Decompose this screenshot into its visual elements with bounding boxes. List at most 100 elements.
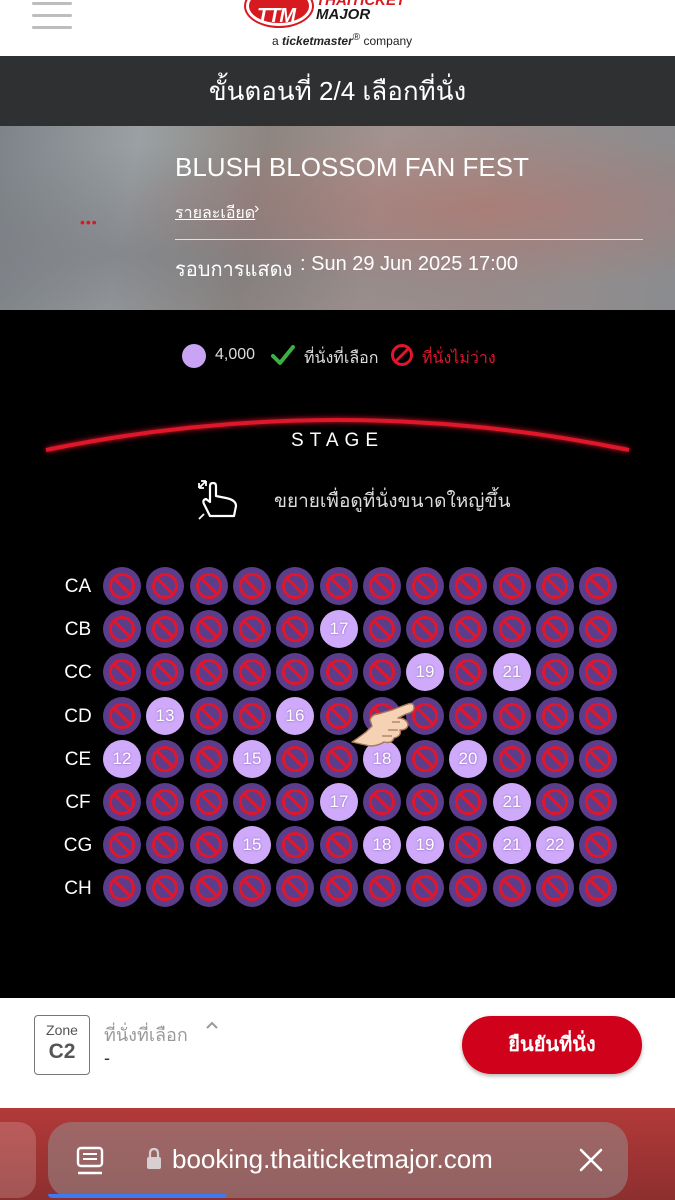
seat-unavailable [103,653,141,691]
show-round-value: : Sun 29 Jun 2025 17:00 [300,253,518,275]
seat-unavailable [276,783,314,821]
seat-cg-18[interactable]: 18 [363,826,401,864]
seat-unavailable [406,610,444,648]
zone-label: Zone [46,1022,78,1038]
logo-name: THAITICKET MAJOR [316,0,406,23]
logo-badge: TTM [246,0,312,27]
row-label-ce: CE [64,749,92,770]
seat-cc-21[interactable]: 21 [493,653,531,691]
pinch-zoom-icon [198,480,238,520]
event-detail-link[interactable]: รายละเอียด [175,201,255,226]
seat-unavailable [579,740,617,778]
seat-unavailable [190,610,228,648]
seat-map: CA CB 17 CC 19 21 CD 13 16 CE 12 15 18 20 CF 17 21 CG 15 18… [0,567,675,912]
selected-seats-label[interactable]: ที่นั่งที่เลือก [104,1020,188,1049]
seat-ce-15[interactable]: 15 [233,740,271,778]
chevron-right-icon[interactable]: › [254,200,259,218]
seat-unavailable [449,697,487,735]
loading-dots: ••• [80,214,98,230]
seat-unavailable [320,653,358,691]
seat-unavailable [190,783,228,821]
seat-unavailable [363,610,401,648]
seat-cf-21[interactable]: 21 [493,783,531,821]
close-icon[interactable] [578,1147,604,1173]
seat-unavailable [363,653,401,691]
page-load-progress [48,1194,226,1198]
row-label-cg: CG [63,835,93,856]
seat-unavailable [103,826,141,864]
seat-unavailable [146,869,184,907]
seat-unavailable [320,567,358,605]
confirm-seat-button[interactable]: ยืนยันที่นั่ง [462,1016,642,1074]
seat-unavailable [406,567,444,605]
row-label-cb: CB [64,619,92,640]
site-logo[interactable]: TTM THAITICKET MAJOR a ticketmaster® comp… [246,0,426,50]
seat-unavailable [449,653,487,691]
seat-unavailable [233,653,271,691]
price-label: 4,000 [215,346,256,363]
url-text[interactable]: booking.thaiticketmajor.com [172,1144,493,1175]
seat-unavailable [579,869,617,907]
tab-overview-icon[interactable] [76,1146,104,1176]
selection-bar: Zone C2 ที่นั่งที่เลือก - ยืนยันที่นั่ง [0,998,675,1108]
zoom-hint: ขยายเพื่อดูที่นั่งขนาดใหญ่ขึ้น [0,478,675,522]
seat-unavailable [493,869,531,907]
unavailable-icon [391,344,413,366]
seat-cg-22[interactable]: 22 [536,826,574,864]
seat-unavailable [146,610,184,648]
seat-unavailable [493,610,531,648]
seat-ce-12[interactable]: 12 [103,740,141,778]
event-banner: ••• BLUSH BLOSSOM FAN FEST รายละเอียด › … [0,126,675,310]
seat-unavailable [493,697,531,735]
seat-unavailable [190,826,228,864]
seat-unavailable [320,826,358,864]
selected-seats-value: - [104,1048,110,1068]
seat-unavailable [536,567,574,605]
chevron-up-icon[interactable] [205,1020,219,1030]
seat-unavailable [536,610,574,648]
seat-unavailable [406,783,444,821]
seat-cf-17[interactable]: 17 [320,783,358,821]
stage-label: STAGE [291,430,384,451]
row-label-cc: CC [64,662,92,683]
seat-unavailable [449,567,487,605]
seat-unavailable [103,697,141,735]
seat-unavailable [233,567,271,605]
seat-cg-21[interactable]: 21 [493,826,531,864]
seat-unavailable [146,653,184,691]
seat-ce-20[interactable]: 20 [449,740,487,778]
seat-unavailable [276,653,314,691]
seat-cc-19[interactable]: 19 [406,653,444,691]
selected-seat-legend-label: ที่นั่งที่เลือก [304,350,379,367]
seat-unavailable [190,567,228,605]
seat-cg-19[interactable]: 19 [406,826,444,864]
seat-unavailable [493,740,531,778]
previous-tab-edge[interactable] [0,1122,36,1198]
seat-unavailable [449,826,487,864]
seat-unavailable [276,610,314,648]
seat-cb-17[interactable]: 17 [320,610,358,648]
logo-tagline: a ticketmaster® company [272,32,413,48]
seat-unavailable [276,740,314,778]
seat-unavailable [536,653,574,691]
seat-unavailable [579,697,617,735]
seat-cg-15[interactable]: 15 [233,826,271,864]
seat-unavailable [449,610,487,648]
seat-unavailable [579,610,617,648]
seat-unavailable [579,567,617,605]
check-icon [271,345,295,365]
hamburger-menu-icon[interactable] [32,0,72,29]
seat-unavailable [406,869,444,907]
seat-unavailable [103,783,141,821]
seat-unavailable [363,783,401,821]
seat-cd-16[interactable]: 16 [276,697,314,735]
seat-unavailable [233,783,271,821]
address-bar[interactable]: booking.thaiticketmajor.com [48,1122,628,1198]
seat-unavailable [536,869,574,907]
lock-icon [147,1147,161,1169]
seat-unavailable [320,869,358,907]
seat-unavailable [579,653,617,691]
seat-unavailable [493,567,531,605]
seat-unavailable [579,826,617,864]
seat-cd-13[interactable]: 13 [146,697,184,735]
